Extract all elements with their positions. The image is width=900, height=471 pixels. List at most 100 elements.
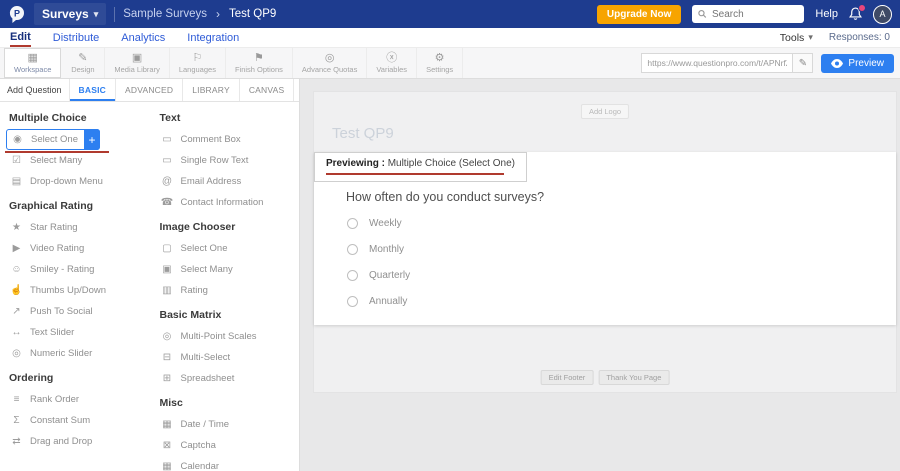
question-type-select-one[interactable]: ◉ Select One + — [6, 129, 100, 150]
image-select-many-icon: ▣ — [161, 264, 174, 275]
edit-footer-button[interactable]: Edit Footer — [541, 370, 594, 385]
toolbar-item-workspace[interactable]: ▦ Workspace — [4, 48, 61, 78]
languages-icon: ⚐ — [192, 53, 202, 64]
nav-tab-analytics[interactable]: Analytics — [121, 30, 165, 46]
variables-icon: ⓧ — [386, 53, 397, 64]
media-library-icon: ▣ — [132, 53, 142, 64]
comment-box-icon: ▭ — [161, 134, 174, 145]
breadcrumb-parent[interactable]: Sample Surveys — [123, 8, 207, 20]
answer-option-monthly[interactable]: Monthly — [347, 241, 410, 257]
breadcrumb: Sample Surveys › Test QP9 — [123, 7, 276, 21]
question-type-multi-select[interactable]: ⊟ Multi-Select — [157, 347, 294, 368]
notifications-button[interactable] — [849, 7, 862, 21]
image-rating-icon: ▥ — [161, 285, 174, 296]
surveys-menu[interactable]: Surveys ▾ — [34, 3, 106, 25]
toolbar-item-design[interactable]: ✎ Design — [61, 48, 105, 78]
answer-option-quarterly[interactable]: Quarterly — [347, 267, 410, 283]
star-icon: ★ — [10, 222, 23, 233]
add-question-panel: Add Question BASIC ADVANCED LIBRARY CANV… — [0, 79, 300, 471]
dropdown-menu-icon: ▤ — [10, 176, 23, 187]
question-type-image-select-one[interactable]: ▢ Select One — [157, 238, 294, 259]
question-type-star-rating[interactable]: ★ Star Rating — [6, 217, 143, 238]
question-type-image-rating[interactable]: ▥ Rating — [157, 280, 294, 301]
panel-header: Add Question BASIC ADVANCED LIBRARY CANV… — [0, 79, 299, 102]
edit-toolbar: ▦ Workspace ✎ Design ▣ Media Library ⚐ L… — [0, 48, 900, 79]
main-nav: Edit Distribute Analytics Integration To… — [0, 28, 900, 48]
breadcrumb-current-survey-title[interactable]: Test QP9 — [229, 8, 276, 20]
question-type-contact-information[interactable]: ☎ Contact Information — [157, 192, 294, 213]
smiley-icon: ☺ — [10, 264, 23, 275]
questionpro-logo[interactable]: P — [8, 5, 26, 23]
tab-library[interactable]: LIBRARY — [182, 79, 239, 101]
question-type-dropdown-menu[interactable]: ▤ Drop-down Menu — [6, 171, 143, 192]
chevron-down-icon: ▾ — [94, 9, 99, 20]
select-many-icon: ☑ — [10, 155, 23, 166]
question-type-push-to-social[interactable]: ↗ Push To Social — [6, 301, 143, 322]
question-type-spreadsheet[interactable]: ⊞ Spreadsheet — [157, 368, 294, 389]
upgrade-now-button[interactable]: Upgrade Now — [597, 5, 681, 24]
question-type-image-select-many[interactable]: ▣ Select Many — [157, 259, 294, 280]
previewing-header: Previewing : Multiple Choice (Select One… — [314, 152, 527, 182]
nav-tab-distribute[interactable]: Distribute — [53, 30, 99, 46]
question-type-date-time[interactable]: ▦ Date / Time — [157, 414, 294, 435]
single-row-text-icon: ▭ — [161, 155, 174, 166]
question-type-email-address[interactable]: @ Email Address — [157, 171, 294, 192]
edit-url-button[interactable]: ✎ — [793, 53, 813, 73]
question-type-comment-box[interactable]: ▭ Comment Box — [157, 129, 294, 150]
thank-you-page-button[interactable]: Thank You Page — [598, 370, 669, 385]
radio-icon[interactable] — [347, 244, 358, 255]
radio-icon[interactable] — [347, 218, 358, 229]
toolbar-item-variables[interactable]: ⓧ Variables — [367, 48, 417, 78]
tab-canvas[interactable]: CANVAS — [239, 79, 294, 101]
content-area: Add Question BASIC ADVANCED LIBRARY CANV… — [0, 79, 900, 471]
question-type-calendar[interactable]: ▦ Calendar — [157, 456, 294, 471]
search-input[interactable] — [712, 9, 798, 20]
question-type-multi-point-scales[interactable]: ◎ Multi-Point Scales — [157, 326, 294, 347]
answer-option-annually[interactable]: Annually — [347, 293, 410, 309]
add-select-one-button[interactable]: + — [84, 129, 100, 150]
help-link[interactable]: Help — [815, 8, 838, 20]
question-type-captcha[interactable]: ⊠ Captcha — [157, 435, 294, 456]
question-type-video-rating[interactable]: ▶ Video Rating — [6, 238, 143, 259]
survey-preview-card: Add Logo Test QP9 Previewing : Multiple … — [313, 91, 897, 393]
account-avatar[interactable]: A — [873, 5, 892, 24]
question-type-drag-and-drop[interactable]: ⇄ Drag and Drop — [6, 431, 143, 452]
preview-button[interactable]: Preview — [821, 54, 894, 73]
sigma-icon: Σ — [10, 415, 23, 426]
question-type-smiley-rating[interactable]: ☺ Smiley - Rating — [6, 259, 143, 280]
survey-url-input[interactable] — [641, 53, 793, 73]
responses-count[interactable]: Responses: 0 — [829, 32, 890, 43]
svg-text:P: P — [14, 9, 20, 19]
tab-advanced[interactable]: ADVANCED — [115, 79, 182, 101]
question-type-thumbs-up-down[interactable]: ☝ Thumbs Up/Down — [6, 280, 143, 301]
question-type-constant-sum[interactable]: Σ Constant Sum — [6, 410, 143, 431]
nav-tab-integration[interactable]: Integration — [187, 30, 239, 46]
question-type-single-row-text[interactable]: ▭ Single Row Text — [157, 150, 294, 171]
add-logo-button[interactable]: Add Logo — [581, 104, 629, 119]
answer-option-weekly[interactable]: Weekly — [347, 215, 410, 231]
toolbar-item-finish-options[interactable]: ⚑ Finish Options — [226, 48, 293, 78]
question-type-numeric-slider[interactable]: ◎ Numeric Slider — [6, 343, 143, 364]
multi-point-scales-icon: ◎ — [161, 331, 174, 342]
section-multiple-choice: Multiple Choice ◉ Select One + ☑ Select … — [6, 104, 143, 192]
toolbar-item-advance-quotas[interactable]: ◎ Advance Quotas — [293, 48, 367, 78]
toolbar-item-media-library[interactable]: ▣ Media Library — [105, 48, 169, 78]
question-type-text-slider[interactable]: ↔ Text Slider — [6, 322, 143, 343]
toolbar-item-settings[interactable]: ⚙ Settings — [417, 48, 463, 78]
survey-title[interactable]: Test QP9 — [332, 125, 394, 142]
question-preview-panel: Previewing : Multiple Choice (Select One… — [314, 152, 896, 325]
numeric-slider-icon: ◎ — [10, 348, 23, 359]
tools-menu[interactable]: Tools ▾ — [780, 32, 813, 44]
question-type-rank-order[interactable]: ≡ Rank Order — [6, 389, 143, 410]
radio-icon[interactable] — [347, 270, 358, 281]
radio-icon[interactable] — [347, 296, 358, 307]
survey-stage: Add Logo Test QP9 Previewing : Multiple … — [300, 79, 900, 471]
nav-tab-edit[interactable]: Edit — [10, 29, 31, 47]
question-type-select-many[interactable]: ☑ Select Many — [6, 150, 143, 171]
thumbs-icon: ☝ — [10, 285, 23, 296]
toolbar-item-languages[interactable]: ⚐ Languages — [170, 48, 226, 78]
tab-basic[interactable]: BASIC — [69, 79, 115, 101]
image-select-one-icon: ▢ — [161, 243, 174, 254]
calendar-icon: ▦ — [161, 461, 174, 471]
survey-url-group: ✎ — [641, 53, 813, 73]
